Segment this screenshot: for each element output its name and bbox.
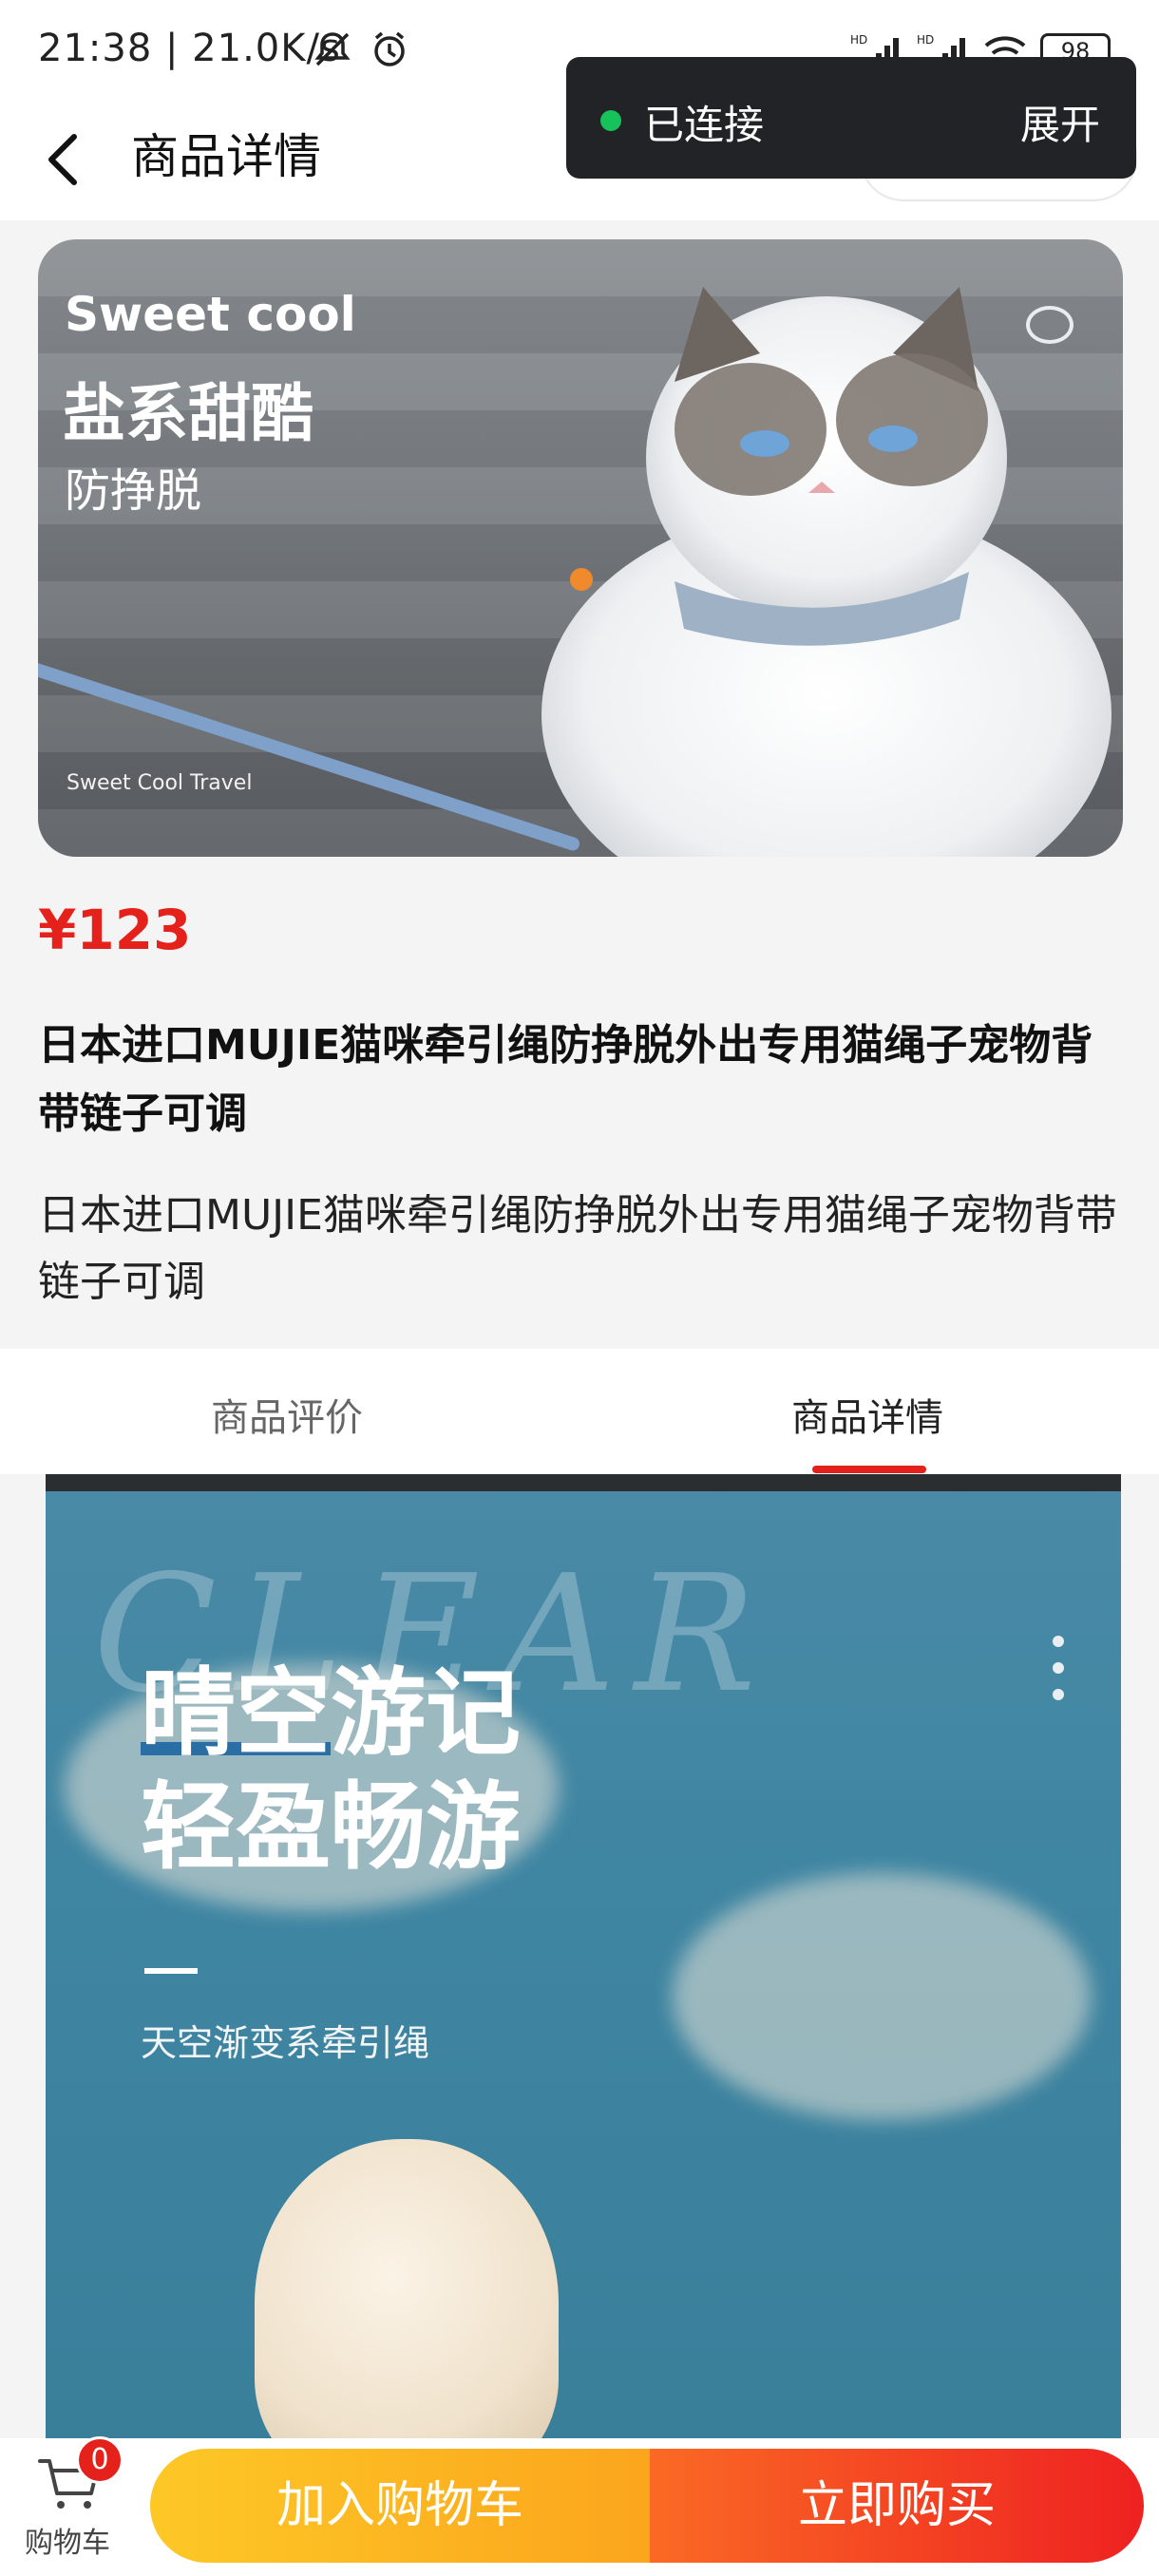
- connected-status-icon: [600, 110, 621, 131]
- chevron-left-icon: [48, 134, 77, 185]
- buy-now-button[interactable]: 立即购买: [650, 2449, 1144, 2563]
- product-detail-image: CLEAR 晴空游记 轻盈畅游 天空渐变系牵引绳: [46, 1474, 1121, 2438]
- add-to-cart-button[interactable]: 加入购物车: [150, 2449, 650, 2563]
- connection-status: 已连接: [644, 102, 765, 148]
- tab-reviews[interactable]: 商品评价: [211, 1387, 363, 1442]
- back-button[interactable]: [38, 122, 95, 198]
- carousel-indicator[interactable]: [570, 568, 593, 591]
- banner-footer-text: Sweet Cool Travel: [66, 771, 253, 795]
- detail-headline-2: 轻盈畅游: [141, 1771, 521, 1883]
- donut-icon: [1026, 306, 1074, 344]
- detail-divider: [144, 1968, 198, 1974]
- product-image-carousel[interactable]: Sweet cool 盐系甜酷 防挣脱 Sweet Cool Travel: [38, 239, 1123, 857]
- cloud-graphic: [673, 1873, 1091, 2120]
- product-title: 日本进口MUJIE猫咪牵引绳防挣脱外出专用猫绳子宠物背带链子可调: [38, 1021, 1093, 1138]
- cart-count-badge: 0: [76, 2436, 124, 2484]
- tab-details[interactable]: 商品详情: [791, 1387, 943, 1442]
- cat-photo: [542, 287, 1112, 857]
- product-description: 日本进口MUJIE猫咪牵引绳防挣脱外出专用猫绳子宠物背带链子可调: [38, 1191, 1117, 1306]
- svg-text:HD: HD: [850, 33, 867, 47]
- alarm-icon: [369, 28, 410, 70]
- expand-button[interactable]: 展开: [1020, 93, 1100, 151]
- cat-photo: [255, 2139, 559, 2438]
- cart-label[interactable]: 购物车: [25, 2519, 110, 2561]
- product-price: ¥123: [38, 898, 192, 962]
- detail-subtitle: 天空渐变系牵引绳: [141, 2022, 430, 2064]
- banner-english-title: Sweet cool: [65, 287, 356, 342]
- more-dots-icon: [1053, 1636, 1064, 1700]
- tab-bar: [0, 1349, 1159, 1474]
- active-tab-indicator: [812, 1466, 926, 1473]
- banner-subtitle: 防挣脱: [65, 464, 202, 518]
- status-time: 21:38 | 21.0K/s: [38, 27, 341, 70]
- page-title: 商品详情: [131, 129, 321, 184]
- mute-icon: [312, 28, 353, 70]
- banner-chinese-title: 盐系甜酷: [63, 377, 314, 450]
- svg-text:HD: HD: [917, 33, 934, 47]
- connection-toast: 已连接 展开: [566, 57, 1136, 179]
